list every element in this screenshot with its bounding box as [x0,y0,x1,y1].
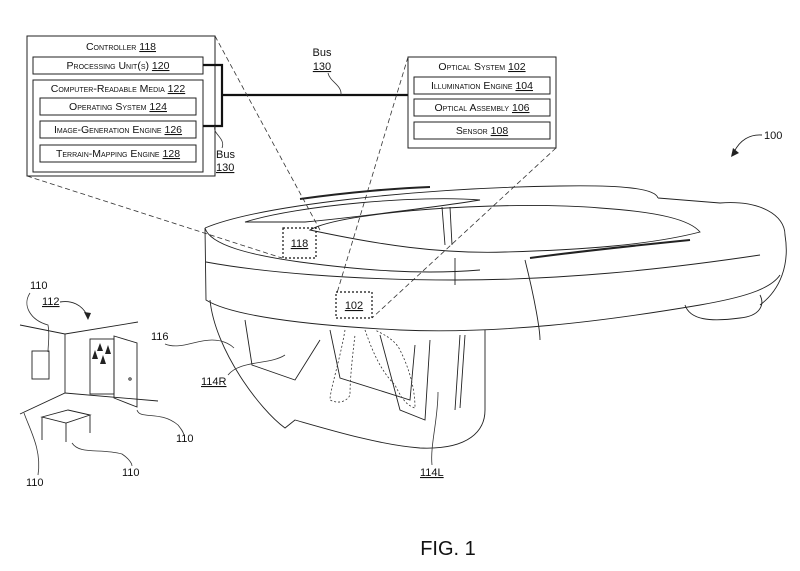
table-top [40,409,92,424]
optical-system-title: Optical System 102 [438,61,525,73]
visor-ref: 116 [151,331,169,343]
room-ceiling-line [19,321,139,335]
controller-title: Controller 118 [86,41,156,53]
display-right-leader [227,354,286,376]
device-ref-arrow [733,134,763,153]
headband-divider [441,206,453,246]
headband-slot-right [529,239,691,259]
headband-inner-left [244,198,481,223]
media-title: Computer-Readable Media 122 [51,83,186,95]
display-left-ref: 114L [420,467,444,479]
illumination-engine-label: Illumination Engine 104 [431,80,533,92]
display-left-outline [379,334,431,421]
projection-lines [26,35,557,319]
main-bus-leader [327,72,342,96]
headset-body-mid [205,254,761,281]
trees-through-door [92,343,111,364]
nose-bridge [329,329,416,401]
optical-marker-ref: 102 [345,300,363,312]
environment-arrowhead [84,312,91,320]
scene-object-ref-floor: 110 [26,477,44,489]
optical-assembly-label: Optical Assembly 106 [434,102,529,114]
image-generation-engine-label: Image-Generation Engine 126 [54,124,182,136]
projection-line-controller-right [214,35,321,231]
device-ref-label: 100 [764,130,782,142]
display-right-outline [244,319,321,381]
projection-line-controller-left [26,175,283,259]
internal-bus-ref: 130 [216,162,234,174]
doorway [89,338,115,395]
terrain-mapping-engine-label: Terrain-Mapping Engine 128 [56,148,180,160]
headband-right-end [657,197,787,306]
scene-object-ref-picture: 110 [30,280,48,292]
floor-leader [23,412,40,476]
optic-dashed-left [364,329,416,409]
main-bus-ref: 130 [313,61,331,73]
headset-body-side [524,259,541,341]
environment-arrow [59,301,88,316]
controller-marker-ref: 118 [291,238,309,250]
projection-line-optical-left [336,56,409,294]
environment-ref: 112 [42,296,60,308]
sensor-label: Sensor 108 [456,125,509,137]
scene-object-ref-table: 110 [122,467,140,479]
visor-outline [209,299,486,449]
figure-caption: FIG. 1 [420,538,476,560]
processing-unit-label: Processing Unit(s) 120 [67,60,170,72]
main-bus-label: Bus [313,47,332,59]
room-scene [19,321,159,442]
operating-system-label: Operating System 124 [69,101,167,113]
projection-line-optical-right [371,147,557,319]
internal-bus-line [203,63,224,128]
scene-object-ref-door: 110 [176,433,194,445]
internal-bus-label: Bus [216,149,235,161]
display-right-ref: 114R [201,376,227,388]
display-left-edge [454,334,466,411]
tree-icons [92,343,111,364]
display-left-leader [431,391,439,466]
open-door [113,335,138,408]
wall-picture [31,350,50,380]
headset-drawing [204,185,787,449]
optic-dashed-right [329,329,356,403]
headset-rear-pad [684,294,763,321]
patent-figure: Controller 118 Processing Unit(s) 120 Co… [19,35,787,560]
door-knob [128,377,132,381]
table-leader [71,442,133,467]
internal-bus-leader [214,125,224,149]
